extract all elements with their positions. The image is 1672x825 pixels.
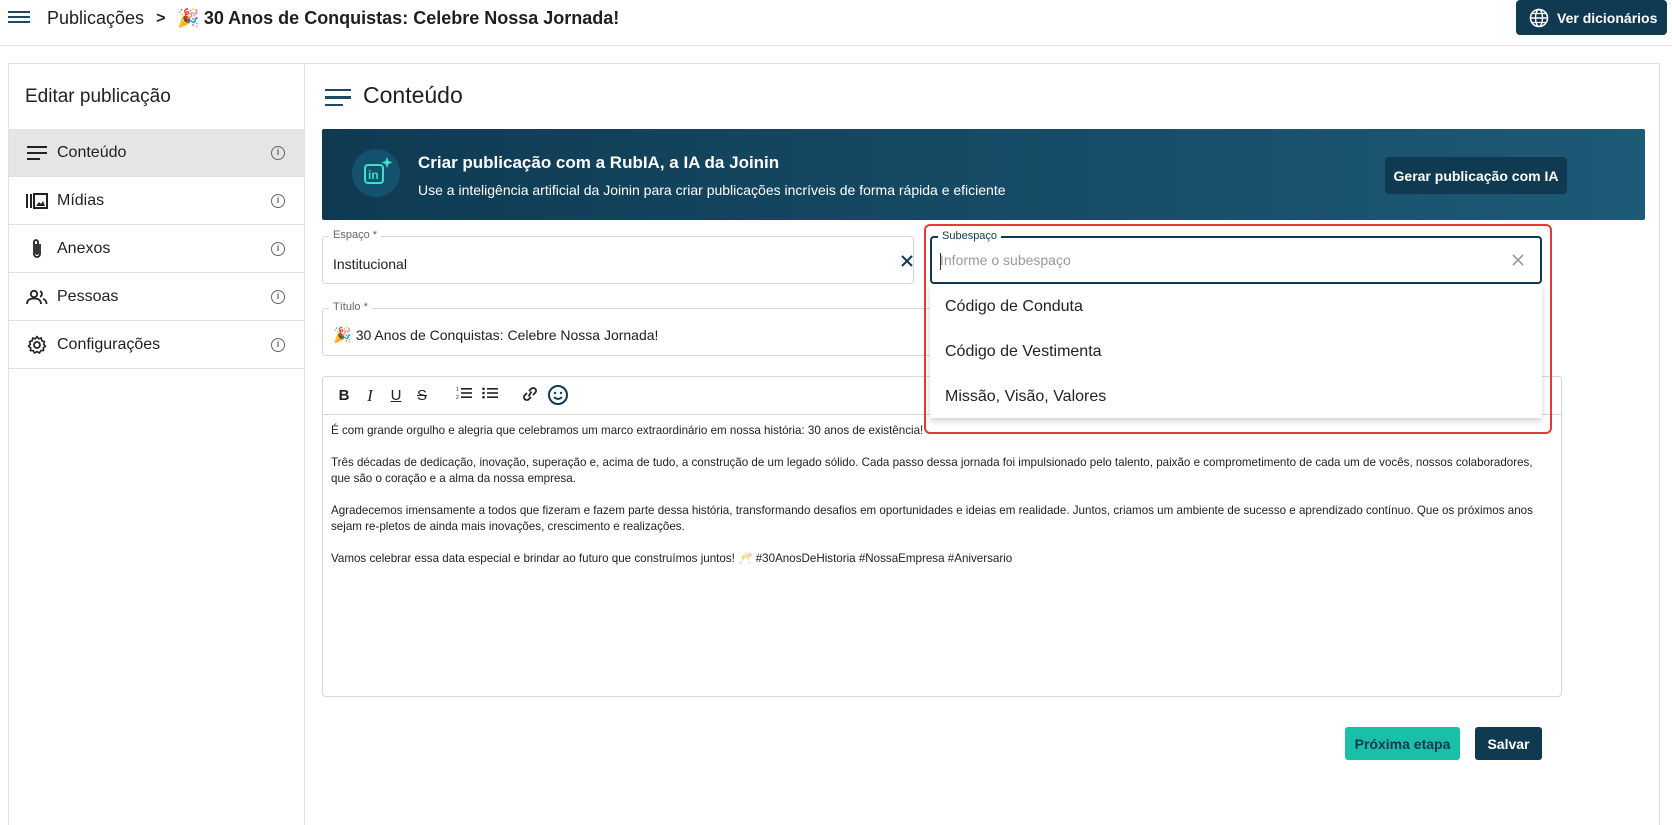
menu-icon[interactable]: [8, 8, 30, 28]
sidebar-item-conteudo[interactable]: Conteúdo i: [9, 129, 305, 177]
main-content: Conteúdo in Criar publicação com a RubIA…: [305, 63, 1660, 825]
info-icon[interactable]: i: [271, 338, 285, 352]
sidebar-item-label: Anexos: [57, 239, 111, 257]
dropdown-option[interactable]: Missão, Visão, Valores: [930, 374, 1542, 419]
sidebar-item-configuracoes[interactable]: Configurações i: [9, 321, 305, 369]
media-icon: [25, 189, 49, 213]
lines-icon: [25, 141, 49, 165]
ai-banner-title: Criar publicação com a RubIA, a IA da Jo…: [418, 153, 780, 172]
strikethrough-icon[interactable]: S: [414, 386, 430, 406]
svg-text:2: 2: [456, 395, 459, 400]
sidebar-title: Editar publicação: [25, 86, 171, 107]
info-icon[interactable]: i: [271, 242, 285, 256]
svg-text:in: in: [368, 168, 379, 182]
close-icon[interactable]: [899, 253, 915, 269]
close-icon[interactable]: [1510, 252, 1526, 268]
sidebar: Editar publicação Conteúdo i Mídias i An…: [8, 63, 305, 825]
sidebar-item-midias[interactable]: Mídias i: [9, 177, 305, 225]
generate-ai-button[interactable]: Gerar publicação com IA: [1385, 157, 1567, 194]
next-step-button[interactable]: Próxima etapa: [1345, 727, 1460, 760]
sidebar-item-pessoas[interactable]: Pessoas i: [9, 273, 305, 321]
breadcrumb-current: 30 Anos de Conquistas: Celebre Nossa Jor…: [203, 8, 620, 28]
page-title: Conteúdo: [325, 82, 463, 109]
bullet-list-icon[interactable]: [481, 386, 499, 406]
breadcrumb: Publicações > 🎉 30 Anos de Conquistas: C…: [47, 8, 619, 29]
lines-icon: [325, 85, 351, 107]
sidebar-item-anexos[interactable]: Anexos i: [9, 225, 305, 273]
dropdown-option[interactable]: Código de Conduta: [930, 284, 1542, 329]
subespaco-dropdown: Código de Conduta Código de Vestimenta M…: [930, 284, 1542, 418]
subespaco-input[interactable]: [940, 252, 1500, 268]
ai-banner: in Criar publicação com a RubIA, a IA da…: [322, 129, 1645, 220]
titulo-label: Título *: [329, 301, 372, 313]
info-icon[interactable]: i: [271, 146, 285, 160]
bold-icon[interactable]: B: [336, 386, 352, 406]
sidebar-item-label: Conteúdo: [57, 143, 127, 161]
breadcrumb-root[interactable]: Publicações: [47, 8, 144, 29]
people-icon: [25, 285, 49, 309]
subespaco-label: Subespaço: [938, 230, 1002, 242]
globe-icon: [1529, 8, 1549, 27]
paperclip-icon: [25, 237, 49, 261]
dictionaries-button-label: Ver dicionários: [1557, 9, 1658, 26]
dropdown-option[interactable]: Código de Vestimenta: [930, 329, 1542, 374]
svg-text:1: 1: [456, 387, 459, 393]
sidebar-item-label: Pessoas: [57, 287, 119, 305]
link-icon[interactable]: [521, 386, 539, 406]
editor-paragraph: Três décadas de dedicação, inovação, sup…: [331, 456, 1533, 485]
emoji-icon[interactable]: [547, 384, 569, 405]
rubia-logo-icon: in: [352, 149, 400, 197]
editor-body[interactable]: É com grande orgulho e alegria que celeb…: [331, 423, 1551, 583]
sidebar-item-label: Mídias: [57, 191, 105, 209]
dictionaries-button[interactable]: Ver dicionários: [1516, 0, 1667, 35]
italic-icon[interactable]: I: [362, 386, 378, 406]
subespaco-field[interactable]: Subespaço: [930, 230, 1542, 284]
ordered-list-icon[interactable]: 12: [455, 386, 473, 406]
info-icon[interactable]: i: [271, 194, 285, 208]
espaco-field[interactable]: Espaço * Institucional: [322, 229, 915, 284]
editor-paragraph: Agradecemos imensamente a todos que fize…: [331, 504, 1533, 533]
chevron-right-icon: >: [156, 9, 166, 27]
party-popper-icon: 🎉: [177, 8, 200, 28]
info-icon[interactable]: i: [271, 290, 285, 304]
espaco-label: Espaço *: [329, 229, 382, 241]
titulo-field[interactable]: Título * 🎉 30 Anos de Conquistas: Celebre…: [322, 301, 947, 356]
top-bar: Publicações > 🎉 30 Anos de Conquistas: C…: [0, 0, 1672, 46]
titulo-value: 🎉 30 Anos de Conquistas: Celebre Nossa Jo…: [333, 327, 659, 344]
party-popper-icon: 🎉: [333, 327, 352, 344]
text-caret: [940, 253, 941, 270]
espaco-value: Institucional: [333, 256, 407, 272]
underline-icon[interactable]: U: [388, 386, 404, 406]
editor-paragraph: Vamos celebrar essa data especial e brin…: [331, 552, 1013, 565]
gear-icon: [25, 333, 49, 357]
sidebar-item-label: Configurações: [57, 335, 161, 353]
ai-banner-subtitle: Use a inteligência artificial da Joinin …: [418, 182, 1006, 198]
save-button[interactable]: Salvar: [1475, 727, 1542, 760]
